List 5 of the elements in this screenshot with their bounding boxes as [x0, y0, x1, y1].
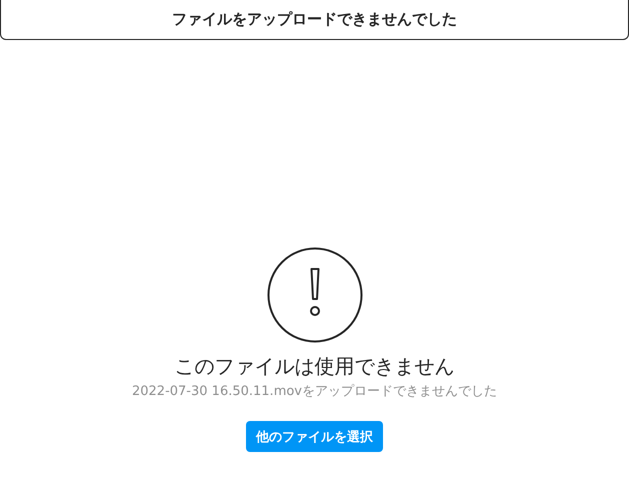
dialog-title: ファイルをアップロードできませんでした	[172, 10, 457, 29]
error-heading: このファイルは使用できません	[174, 353, 454, 379]
warning-icon	[266, 247, 362, 343]
select-file-button[interactable]: 他のファイルを選択	[246, 421, 383, 452]
error-detail: 2022-07-30 16.50.11.movをアップロードできませんでした	[132, 383, 497, 401]
